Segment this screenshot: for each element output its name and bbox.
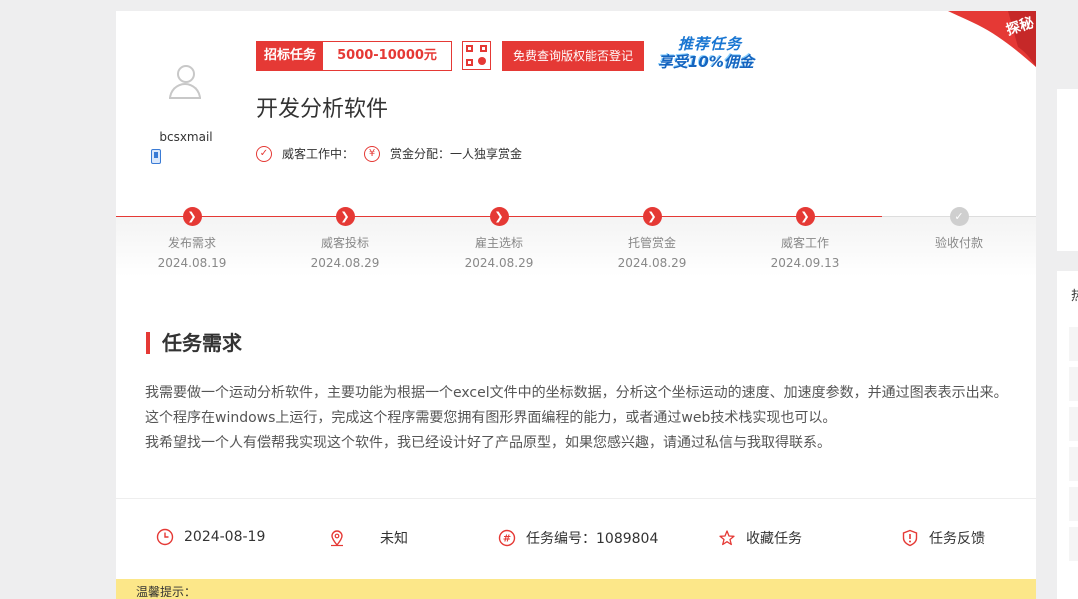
- list-item[interactable]: [1069, 527, 1078, 561]
- divider: [116, 498, 1036, 499]
- tip-bar: 温馨提示：: [116, 579, 1036, 599]
- step-name: 托管赏金: [627, 236, 676, 250]
- free-copyright-check-button[interactable]: 免费查询版权能否登记: [502, 41, 644, 71]
- step-date: 2024.08.29: [310, 256, 380, 270]
- step-name: 发布需求: [167, 236, 216, 250]
- feedback-label: 任务反馈: [929, 531, 985, 547]
- step-name: 威客投标: [320, 236, 369, 250]
- task-feedback-button[interactable]: 任务反馈: [901, 528, 985, 548]
- phone-verified-icon: [151, 149, 161, 164]
- step-3: ❯ 雇主选标 2024.08.29: [439, 207, 559, 270]
- task-status-row: ✓ 威客工作中： ¥ 赏金分配：一人独享赏金: [256, 145, 522, 162]
- step-date: 2024.08.19: [157, 256, 227, 270]
- chevron-right-icon: ❯: [335, 207, 355, 226]
- list-item[interactable]: [1069, 327, 1078, 361]
- step-1: ❯ 发布需求 2024.08.19: [132, 207, 252, 270]
- chevron-right-icon: ❯: [795, 207, 815, 226]
- step-date: 2024.09.13: [770, 256, 840, 270]
- step-name: 威客工作: [780, 236, 829, 250]
- step-date: 2024.08.29: [617, 256, 687, 270]
- bid-amount: 5000-10000元: [337, 48, 437, 63]
- right-panel-top: [1057, 89, 1078, 251]
- task-title: 开发分析软件: [256, 97, 389, 122]
- task-status: 威客工作中：: [282, 147, 355, 161]
- progress-background: [116, 217, 1036, 277]
- yen-circle-icon: ¥: [364, 145, 381, 162]
- list-item[interactable]: [1069, 367, 1078, 401]
- step-name: 验收付款: [934, 236, 983, 250]
- description-line: 我希望找一个人有偿帮我实现这个软件，我已经设计好了产品原型，如果您感兴趣，请通过…: [145, 435, 831, 451]
- promo-banner[interactable]: 推荐任务 享受10%佣金: [656, 31, 776, 73]
- list-item[interactable]: [1069, 487, 1078, 521]
- tip-label: 温馨提示：: [136, 585, 197, 599]
- promo-line2: 享受10%佣金: [658, 53, 754, 71]
- hot-title-partial: 热: [1071, 289, 1078, 304]
- step-6: ✓ 验收付款: [899, 207, 1019, 256]
- list-item[interactable]: [1069, 407, 1078, 441]
- hash-icon: #: [498, 529, 516, 547]
- description-line: 我需要做一个运动分析软件，主要功能为根据一个excel文件中的坐标数据，分析这个…: [145, 385, 1008, 401]
- task-description: 我需要做一个运动分析软件，主要功能为根据一个excel文件中的坐标数据，分析这个…: [145, 381, 1025, 456]
- explore-ribbon[interactable]: 探秘: [948, 11, 1036, 67]
- chevron-right-icon: ❯: [489, 207, 509, 226]
- step-name: 雇主选标: [474, 236, 523, 250]
- publish-date: 2024-08-19: [156, 528, 265, 546]
- favorite-task-button[interactable]: 收藏任务: [718, 528, 802, 548]
- chevron-right-icon: ❯: [642, 207, 662, 226]
- step-date: 2024.08.29: [464, 256, 534, 270]
- bid-label: 招标任务: [257, 42, 324, 70]
- task-number: # 任务编号：1089804: [498, 528, 658, 548]
- step-5: ❯ 威客工作 2024.09.13: [745, 207, 865, 270]
- check-icon: ✓: [949, 207, 969, 226]
- section-title: 任务需求: [146, 332, 242, 354]
- qr-code-icon[interactable]: [462, 41, 491, 70]
- publish-date-value: 2024-08-19: [184, 529, 266, 545]
- star-icon: [718, 529, 736, 547]
- right-panel-hot: 热: [1057, 271, 1078, 599]
- svg-text:#: #: [503, 534, 511, 545]
- clock-icon: [156, 528, 174, 546]
- location-value: 未知: [380, 531, 408, 547]
- list-item[interactable]: [1069, 447, 1078, 481]
- step-4: ❯ 托管赏金 2024.08.29: [592, 207, 712, 270]
- location-pin-icon: [328, 529, 346, 547]
- location: 未知: [328, 528, 408, 548]
- task-number-value: 任务编号：1089804: [526, 531, 659, 547]
- reward-distribution: 赏金分配：一人独享赏金: [390, 147, 523, 161]
- chevron-right-icon: ❯: [182, 207, 202, 226]
- bid-tag: 招标任务 5000-10000元: [256, 41, 453, 71]
- step-2: ❯ 威客投标 2024.08.29: [285, 207, 405, 270]
- description-line: 这个程序在windows上运行，完成这个程序需要您拥有图形界面编程的能力，或者通…: [145, 410, 837, 426]
- task-card: bcsxmail 招标任务 5000-10000元 免费查询版权能否登记 推荐任…: [116, 11, 1036, 599]
- check-circle-icon: ✓: [256, 145, 272, 162]
- favorite-label: 收藏任务: [746, 531, 802, 547]
- shield-alert-icon: [901, 529, 919, 547]
- username[interactable]: bcsxmail: [148, 130, 224, 144]
- avatar-icon[interactable]: [166, 63, 204, 103]
